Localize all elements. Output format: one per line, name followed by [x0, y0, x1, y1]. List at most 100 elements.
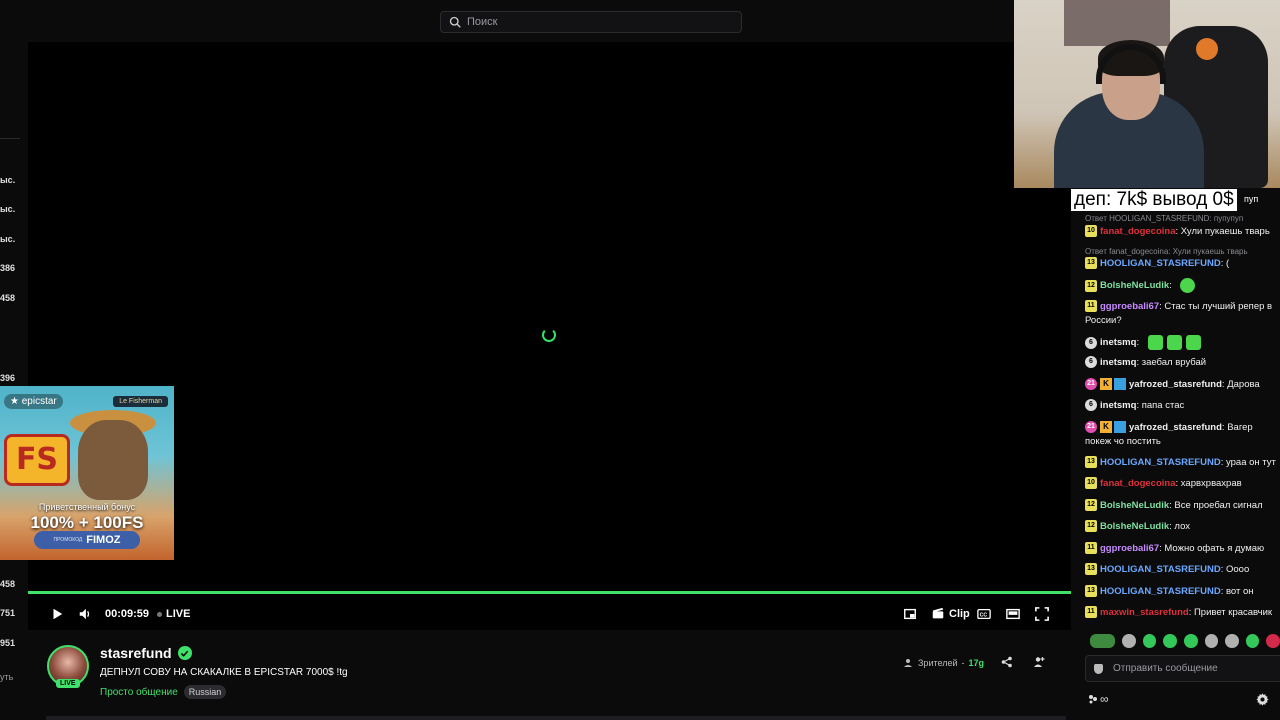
ad-fs-logo: FS — [4, 434, 70, 486]
chat-input-placeholder: Отправить сообщение — [1113, 663, 1218, 674]
emote-icon[interactable] — [1184, 634, 1198, 648]
chat-username[interactable]: yafrozed_stasrefund — [1129, 379, 1222, 390]
k-badge-icon: K — [1100, 421, 1112, 434]
time-display: 00:09:59 — [105, 608, 150, 620]
level-badge: 11 — [1085, 542, 1097, 555]
emote-icon[interactable] — [1122, 634, 1136, 648]
emote-icon[interactable] — [1142, 634, 1157, 648]
chat-username[interactable]: BolsheNeLudik — [1100, 500, 1169, 511]
ad-promo-value: FIMOZ — [86, 534, 121, 546]
ad-promo-code[interactable]: ПРОМОКОД FIMOZ — [34, 531, 140, 549]
level-badge: 21 — [1085, 378, 1097, 391]
k-badge-icon: K — [1100, 378, 1112, 391]
emote-icon — [1185, 335, 1201, 350]
chat-username[interactable]: ggproebali67 — [1100, 301, 1159, 312]
chat-settings-button[interactable] — [1256, 693, 1269, 709]
emote-icon[interactable] — [1204, 634, 1219, 648]
chat-username[interactable]: HOOLIGAN_STASREFUND — [1100, 586, 1221, 597]
stream-category[interactable]: Просто общение — [100, 687, 178, 698]
chat-username[interactable]: fanat_dogecoina — [1100, 478, 1176, 489]
stream-title: ДЕПНУЛ СОВУ НА СКАКАЛКЕ В EPICSTAR 7000$… — [100, 667, 348, 678]
chat-message: 11 ggproebali67: Стас ты лучший репер в Р… — [1085, 300, 1280, 328]
emote-icon[interactable] — [1090, 634, 1116, 648]
sidebar-count: 386 — [0, 263, 16, 273]
chat-username[interactable]: yafrozed_stasrefund — [1129, 422, 1222, 433]
level-badge: 6 — [1085, 399, 1097, 412]
viewers-label: Зрителей — [918, 658, 958, 668]
chat-username[interactable]: inetsmq — [1100, 400, 1136, 411]
emote-strip — [1090, 632, 1280, 650]
share-button[interactable] — [1001, 656, 1015, 670]
emote-icon — [1147, 335, 1163, 350]
stream-category-row: Просто общение Russian — [100, 685, 227, 699]
level-badge: 13 — [1085, 563, 1097, 576]
play-icon — [53, 608, 63, 620]
chat-username[interactable]: HOOLIGAN_STASREFUND — [1100, 258, 1221, 269]
sidebar-count: ыс. — [0, 204, 16, 214]
share-icon — [1001, 656, 1012, 668]
chat-username[interactable]: BolsheNeLudik — [1100, 280, 1169, 291]
ad-bonus-caption: Приветственный бонус — [38, 502, 136, 512]
level-badge: 6 — [1085, 336, 1097, 349]
info-divider — [46, 716, 1066, 720]
level-badge: 6 — [1085, 356, 1097, 369]
emote-icon[interactable] — [1163, 634, 1178, 648]
captions-button[interactable]: CC — [977, 607, 991, 621]
chat-message: 10 fanat_dogecoina: харвхрвахрав — [1085, 477, 1280, 491]
volume-button[interactable] — [78, 607, 92, 621]
shield-icon — [1094, 663, 1103, 674]
level-badge: 13 — [1085, 456, 1097, 469]
clip-button[interactable]: Clip — [931, 607, 970, 621]
chat-message: 13 HOOLIGAN_STASREFUND: Оооо — [1085, 563, 1280, 577]
chat-username[interactable]: ggproebali67 — [1100, 543, 1159, 554]
channel-name[interactable]: stasrefund — [100, 645, 172, 661]
chat-text: : лох — [1169, 521, 1191, 532]
emote-icon[interactable] — [1225, 634, 1239, 648]
follow-button[interactable] — [1033, 656, 1047, 670]
level-badge: 12 — [1085, 279, 1097, 292]
ad-banner[interactable]: ★ epicstar Le Fisherman FS Приветственны… — [0, 386, 174, 560]
progress-bar[interactable] — [28, 591, 1071, 594]
emote-icon[interactable] — [1245, 634, 1260, 648]
chat-message: 12 BolsheNeLudik: лох — [1085, 520, 1280, 534]
chat-username[interactable]: BolsheNeLudik — [1100, 521, 1169, 532]
level-badge: 21 — [1085, 421, 1097, 434]
chat-input[interactable]: Отправить сообщение — [1085, 655, 1280, 682]
theater-icon — [1006, 608, 1020, 620]
chat-username[interactable]: inetsmq — [1100, 337, 1136, 348]
fullscreen-button[interactable] — [1035, 607, 1049, 621]
sidebar-count: уть — [0, 672, 14, 682]
sidebar-count: 458 — [0, 579, 16, 589]
ad-bonus-value: 100% + 100FS — [30, 513, 144, 532]
webcam-poster — [1064, 0, 1170, 46]
chat-username[interactable]: HOOLIGAN_STASREFUND — [1100, 457, 1221, 468]
theater-mode-button[interactable] — [1006, 607, 1020, 621]
points-button[interactable]: ∞ — [1088, 692, 1109, 706]
arrow-badge-icon — [1114, 378, 1126, 391]
level-badge: 13 — [1085, 585, 1097, 598]
points-value: ∞ — [1100, 692, 1109, 706]
level-badge: 11 — [1085, 300, 1097, 313]
chat-text: : — [1169, 280, 1172, 292]
viewer-count: Зрителей - 17g — [904, 658, 984, 668]
language-tag[interactable]: Russian — [183, 685, 227, 699]
miniplayer-button[interactable] — [903, 607, 917, 621]
emote-icon[interactable] — [1266, 634, 1280, 648]
level-badge: 10 — [1085, 225, 1097, 238]
play-button[interactable] — [50, 607, 64, 621]
chat-text: : Хули пукаешь тварь — [1175, 226, 1270, 237]
live-dot-icon — [157, 611, 162, 617]
chat-username[interactable]: HOOLIGAN_STASREFUND — [1100, 564, 1221, 575]
chat-username[interactable]: inetsmq — [1100, 357, 1136, 368]
volume-icon — [79, 608, 90, 620]
chat-text: : Привет красавчик — [1188, 607, 1273, 618]
stream-info: LIVE stasrefund ДЕПНУЛ СОВУ НА СКАКАЛКЕ … — [28, 632, 1071, 720]
clip-label: Clip — [949, 608, 970, 620]
search-input[interactable]: Поиск — [440, 11, 742, 33]
chat-message: 6 inetsmq: — [1085, 335, 1280, 350]
chat-username[interactable]: fanat_dogecoina — [1100, 226, 1176, 237]
svg-text:CC: CC — [980, 613, 988, 619]
chat-username[interactable]: maxwin_stasrefund — [1100, 607, 1189, 618]
video-player[interactable]: 00:09:59 LIVE Clip CC — [28, 42, 1071, 630]
chat-message: 13 HOOLIGAN_STASREFUND: ураа он тут — [1085, 456, 1280, 470]
